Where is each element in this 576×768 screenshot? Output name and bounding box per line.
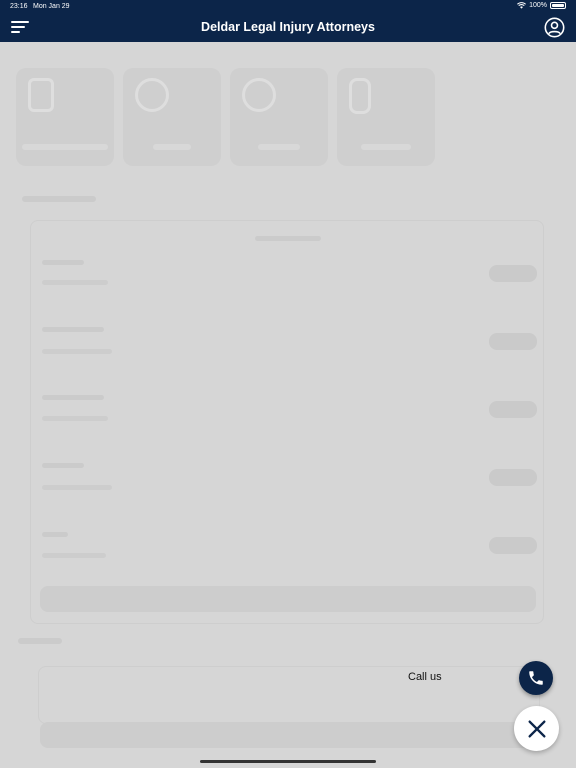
wide-button-placeholder — [40, 722, 536, 748]
status-bar: 23:16 Mon Jan 29 100% — [0, 0, 576, 13]
section-label-placeholder — [18, 638, 62, 644]
field-value-placeholder — [42, 553, 106, 558]
tile — [16, 68, 114, 166]
field-button-placeholder — [489, 469, 537, 486]
tile-label-placeholder — [361, 144, 411, 150]
tile — [230, 68, 328, 166]
close-icon — [527, 719, 546, 738]
tile-label-placeholder — [22, 144, 108, 150]
battery-percent: 100% — [529, 2, 547, 9]
tile-label-placeholder — [258, 144, 300, 150]
field-button-placeholder — [489, 265, 537, 282]
field-button-placeholder — [489, 401, 537, 418]
field-label-placeholder — [42, 463, 84, 468]
field-label-placeholder — [42, 395, 104, 400]
field-value-placeholder — [42, 485, 112, 490]
field-label-placeholder — [42, 532, 68, 537]
phone-icon — [529, 671, 543, 685]
dimmed-content — [0, 42, 576, 768]
home-indicator[interactable] — [200, 760, 376, 763]
card-title-placeholder — [255, 236, 321, 241]
field-value-placeholder — [42, 416, 108, 421]
account-circle-icon[interactable] — [544, 17, 565, 38]
tile-label-placeholder — [153, 144, 191, 150]
close-button[interactable] — [514, 706, 559, 751]
page-title: Deldar Legal Injury Attorneys — [201, 20, 375, 34]
status-right: 100% — [517, 2, 566, 9]
wide-button-placeholder — [40, 586, 536, 612]
field-value-placeholder — [42, 349, 112, 354]
field-button-placeholder — [489, 537, 537, 554]
field-label-placeholder — [42, 327, 104, 332]
tile — [337, 68, 435, 166]
wifi-icon — [517, 2, 527, 9]
check-circle-icon — [242, 78, 276, 112]
nav-bar: Deldar Legal Injury Attorneys — [0, 13, 576, 42]
field-button-placeholder — [489, 333, 537, 350]
status-time: 23:16 — [10, 3, 28, 10]
status-date: Mon Jan 29 — [33, 3, 70, 10]
call-us-label[interactable]: Call us — [408, 671, 442, 683]
tile — [123, 68, 221, 166]
field-label-placeholder — [42, 260, 84, 265]
phone-device-icon — [349, 78, 371, 114]
document-icon — [28, 78, 54, 112]
shield-icon — [135, 78, 169, 112]
comment-card — [38, 666, 540, 724]
section-label-placeholder — [22, 196, 96, 202]
call-button[interactable] — [519, 661, 553, 695]
battery-icon — [550, 2, 566, 9]
field-value-placeholder — [42, 280, 108, 285]
